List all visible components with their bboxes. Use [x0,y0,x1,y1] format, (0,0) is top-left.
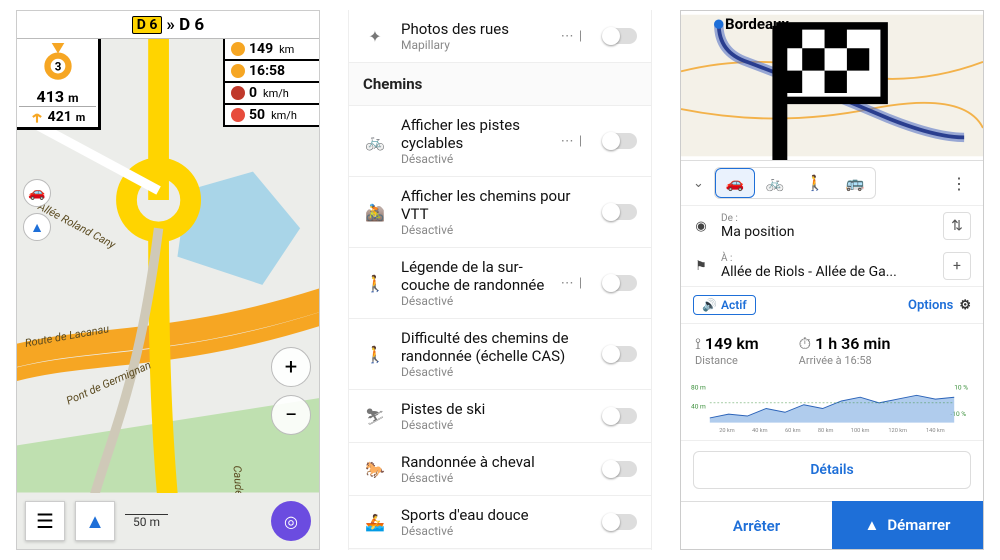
from-row[interactable]: ◉ De :Ma position ⇅ [681,206,983,246]
dest-flag-icon: ⚑ [693,259,709,274]
svg-text:60 km: 60 km [785,428,801,434]
details-button[interactable]: Détails [693,451,971,489]
elevation-chart[interactable]: 80 m 40 m 10 % -10 % 20 km40 km 60 km80 … [681,377,983,441]
bottom-toolbar: ☰ ▲ 50 m ◎ [17,493,319,549]
zoom-out-button[interactable]: − [271,395,311,435]
ski-icon: ⛷ [363,407,387,426]
mode-bus[interactable]: 🚌 [835,168,875,198]
setting-row-water[interactable]: 🚣 Sports d'eau douceDésactivé [349,496,651,549]
origin-marker-icon: ◉ [693,219,709,234]
eta[interactable]: 16:58 [223,61,319,83]
stopwatch-icon: ⏱ [799,334,811,353]
roundabout-icon: 3 [37,43,79,85]
map-settings-list[interactable]: ✦ Photos des ruesMapillary ⋯ | Chemins 🚲… [348,10,652,550]
zoom-in-button[interactable]: + [271,347,311,387]
toggle[interactable] [603,346,637,362]
stats-panel: 149km 16:58 0km/h 50km/h [223,39,319,130]
to-row[interactable]: ⚑ À :Allée de Riols - Allée de Ga... + [681,246,983,286]
distance-icon: ⟟ [695,334,701,353]
setting-row-mapillary[interactable]: ✦ Photos des ruesMapillary ⋯ | [349,10,651,63]
horse-icon: 🐎 [363,460,387,479]
hiker-icon: 🚶 [363,274,387,293]
bike-icon: 🚲 [363,132,387,151]
setting-row-ski[interactable]: ⛷ Pistes de skiDésactivé [349,390,651,443]
setting-row-cas[interactable]: 🚶 Difficulté des chemins de randonnée (é… [349,319,651,390]
more-icon[interactable]: ⋯ | [561,134,583,149]
setting-row-hiking-legend[interactable]: 🚶 Légende de la sur-couche de randonnéeD… [349,248,651,319]
section-header: Rendu de la carte [349,549,651,550]
start-button[interactable]: ▲Démarrer [832,501,983,549]
toggle[interactable] [603,514,637,530]
svg-text:3: 3 [54,59,61,73]
svg-text:40 m: 40 m [691,403,706,411]
toggle[interactable] [603,275,637,291]
svg-text:100 km: 100 km [851,428,870,434]
svg-text:80 m: 80 m [691,384,706,392]
section-header: Chemins [349,63,651,106]
remaining-distance[interactable]: 149km [223,39,319,61]
overview-map[interactable]: Bordeaux [681,11,983,161]
destination-flag-icon [681,11,983,160]
speed-icon [231,86,245,100]
profile-car-button[interactable]: 🚗 [23,179,51,207]
mode-car[interactable]: 🚗 [715,168,755,198]
nav-arrow-icon: ▲ [865,516,880,534]
menu-button[interactable]: ☰ [25,501,65,541]
overflow-menu-icon[interactable]: ⋮ [943,174,975,193]
more-icon[interactable]: ⋯ | [561,29,583,44]
route-metrics: ⟟ 149 kmDistance ⏱ 1 h 36 minArrivée à 1… [681,324,983,377]
clock-icon [231,64,245,78]
road-header: D 6 » D 6 [17,11,319,39]
toggle[interactable] [603,28,637,44]
more-icon[interactable]: ⋯ | [561,276,583,291]
street-photo-icon: ✦ [363,27,387,46]
add-stop-button[interactable]: + [943,252,971,280]
setting-row-mtb[interactable]: 🚵 Afficher les chemins pour VTTDésactivé [349,177,651,248]
svg-text:10 %: 10 % [954,384,968,392]
road-next: » D 6 [166,15,204,35]
svg-text:80 km: 80 km [818,428,834,434]
collapse-icon[interactable]: ⌄ [689,176,708,191]
next-turn-icon [30,110,44,124]
svg-text:20 km: 20 km [719,428,735,434]
gear-icon: ⚙ [959,298,971,313]
svg-text:40 km: 40 km [752,428,768,434]
toggle[interactable] [603,461,637,477]
flag-icon [231,42,245,56]
setting-row-cycle[interactable]: 🚲 Afficher les pistes cyclablesDésactivé… [349,106,651,177]
options-row: 🔊Actif Options⚙ [681,286,983,324]
scale-label: 50 m [125,514,168,529]
compass-button[interactable]: ▲ [23,213,51,241]
road-badge: D 6 [132,16,163,34]
sound-chip[interactable]: 🔊Actif [693,295,756,315]
stop-button[interactable]: Arrêter [681,501,832,549]
limit-icon [231,108,245,122]
current-speed[interactable]: 0km/h [223,83,319,105]
options-link[interactable]: Options⚙ [908,298,971,313]
locate-button[interactable]: ◎ [271,501,311,541]
speaker-icon: 🔊 [702,298,717,312]
setting-row-horse[interactable]: 🐎 Randonnée à chevalDésactivé [349,443,651,496]
svg-text:120 km: 120 km [888,428,907,434]
hiker-icon: 🚶 [363,345,387,364]
nav-screenshot: D 6 » D 6 Allée Roland Cany Route de Lac… [16,10,320,550]
kayak-icon: 🚣 [363,513,387,532]
toggle[interactable] [603,133,637,149]
nav-arrow-button[interactable]: ▲ [75,501,115,541]
map-canvas[interactable]: Allée Roland Cany Route de Lacanau Pont … [17,39,319,493]
toggle[interactable] [603,408,637,424]
mtb-icon: 🚵 [363,203,387,222]
speed-limit[interactable]: 50km/h [223,105,319,127]
swap-button[interactable]: ⇅ [943,212,971,240]
footer-actions: Arrêter ▲Démarrer [681,501,983,549]
mode-walk[interactable]: 🚶 [795,168,835,198]
route-planner: Bordeaux ⌄ 🚗 🚲 🚶 🚌 ⋮ ◉ De :Ma position ⇅… [680,10,984,550]
transport-mode-row: ⌄ 🚗 🚲 🚶 🚌 ⋮ [681,161,983,206]
toggle[interactable] [603,204,637,220]
turn-instruction[interactable]: 3 413 m 421 m [17,39,101,130]
mode-bike[interactable]: 🚲 [755,168,795,198]
svg-text:140 km: 140 km [926,428,945,434]
